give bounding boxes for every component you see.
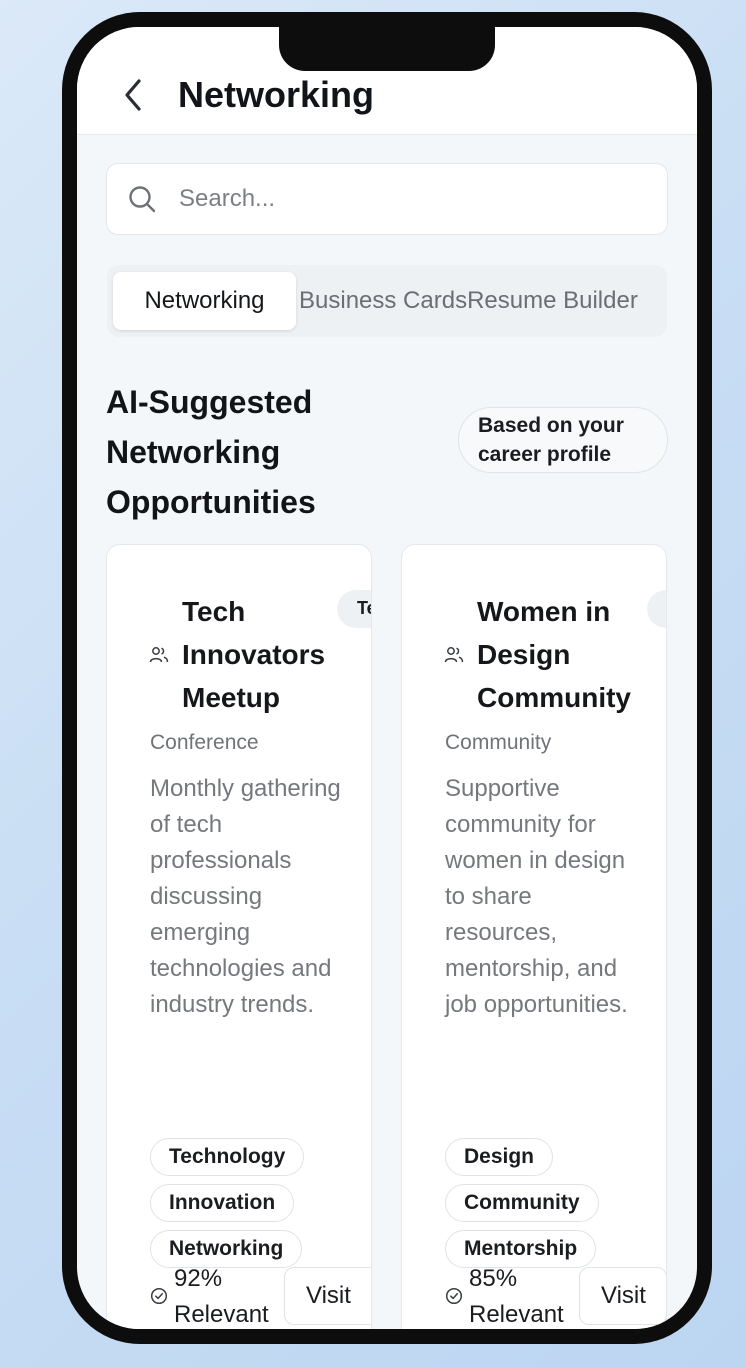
tab-networking[interactable]: Networking <box>113 272 296 330</box>
people-icon <box>149 647 169 663</box>
relevance-score: 92% Relevant <box>174 1265 269 1328</box>
card-title: Tech Innovators Meetup <box>182 596 326 713</box>
tab-business-cards[interactable]: Business Cards <box>299 287 467 315</box>
app-screen: Networking Networking Business Cards Res… <box>77 27 697 1329</box>
opportunity-card[interactable]: Tech Innovators Meetup Te Conference Mon… <box>106 544 372 1329</box>
visit-button[interactable]: Visit <box>284 1267 371 1325</box>
people-icon <box>444 647 464 663</box>
card-description: Supportive community for women in design… <box>445 775 628 1018</box>
visit-button[interactable]: Visit <box>579 1267 666 1325</box>
device-notch <box>279 27 495 71</box>
search-bar[interactable] <box>106 163 668 235</box>
check-circle-icon <box>150 1287 168 1305</box>
tab-resume-builder[interactable]: Resume Builder <box>467 287 638 315</box>
check-circle-icon <box>445 1287 463 1305</box>
phone-frame: Networking Networking Business Cards Res… <box>62 12 712 1344</box>
tab-bar: Networking Business Cards Resume Builder <box>107 265 667 337</box>
card-title: Women in Design Community <box>477 596 631 713</box>
relevance-score: 85% Relevant <box>469 1265 564 1328</box>
card-type: Community <box>445 731 552 754</box>
search-input[interactable] <box>179 185 619 213</box>
chevron-left-icon <box>125 79 141 111</box>
tag-list: Design Community Mentorship <box>445 1138 645 1276</box>
card-category-pill <box>647 590 666 628</box>
card-category-pill: Te <box>337 590 371 628</box>
search-icon <box>127 184 157 214</box>
tag: Technology <box>150 1138 305 1176</box>
tag: Community <box>445 1184 599 1222</box>
tag: Innovation <box>150 1184 295 1222</box>
section-title: AI-Suggested Networking Opportunities <box>106 384 316 520</box>
card-type: Conference <box>150 731 259 754</box>
tag: Design <box>445 1138 554 1176</box>
profile-badge: Based on your career profile <box>458 407 668 473</box>
back-button[interactable] <box>113 73 153 117</box>
opportunity-card[interactable]: Women in Design Community Community Supp… <box>401 544 667 1329</box>
tag-list: Technology Innovation Networking <box>150 1138 350 1276</box>
card-description: Monthly gathering of tech professionals … <box>150 775 341 1018</box>
page-title: Networking <box>178 74 375 115</box>
suggestions-carousel[interactable]: Tech Innovators Meetup Te Conference Mon… <box>106 544 668 1329</box>
